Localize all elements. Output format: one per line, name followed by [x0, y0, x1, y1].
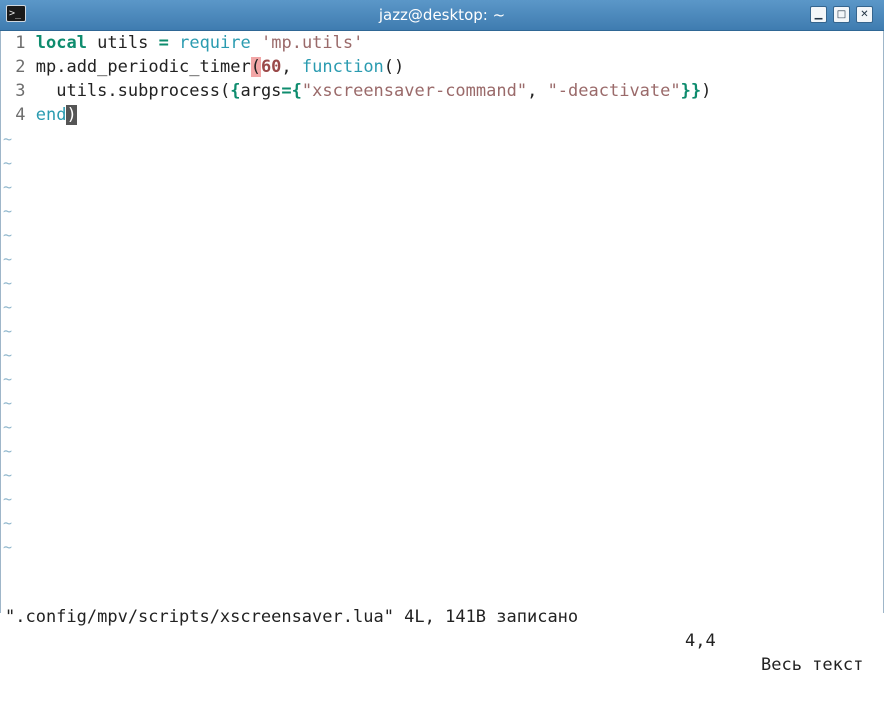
code-token: ()	[383, 57, 405, 77]
maximize-icon[interactable]: □	[833, 6, 850, 23]
code-token: }}	[680, 81, 702, 101]
line-number: 1	[15, 33, 26, 53]
empty-line-tilde: ~	[3, 394, 13, 412]
code-token: require	[179, 33, 251, 53]
code-token: end	[35, 105, 67, 125]
status-message: ".config/mpv/scripts/xscreensaver.lua" 4…	[5, 607, 579, 627]
line-number: 2	[15, 57, 26, 77]
code-token: =	[158, 33, 169, 53]
code-line[interactable]: 1 local utils = require 'mp.utils'	[5, 31, 363, 55]
empty-line-tilde: ~	[3, 202, 13, 220]
cursor-position: 4,4	[685, 631, 716, 651]
code-token: )	[701, 81, 712, 101]
empty-line-tilde: ~	[3, 178, 13, 196]
line-number: 4	[15, 105, 26, 125]
code-token: utils.subprocess(	[35, 81, 231, 101]
line-number: 3	[15, 81, 26, 101]
empty-line-tilde: ~	[3, 274, 13, 292]
empty-line-tilde: ~	[3, 130, 13, 148]
window-title: jazz@desktop: ~	[378, 6, 506, 24]
code-line[interactable]: 3 utils.subprocess({args={"xscreensaver-…	[5, 79, 711, 103]
code-token: args	[240, 81, 282, 101]
empty-line-tilde: ~	[3, 370, 13, 388]
code-token: local	[35, 33, 87, 53]
terminal-area[interactable]: 1 local utils = require 'mp.utils' 2 mp.…	[0, 31, 884, 675]
empty-line-tilde: ~	[3, 538, 13, 556]
code-token: {	[230, 81, 241, 101]
code-token: mp.add_periodic_timer	[35, 57, 251, 77]
code-token: 'mp.utils'	[261, 33, 364, 53]
code-token: "xscreensaver-command"	[301, 81, 528, 101]
code-token: ,	[527, 81, 548, 101]
empty-line-tilde: ~	[3, 418, 13, 436]
empty-line-tilde: ~	[3, 154, 13, 172]
empty-line-tilde: ~	[3, 466, 13, 484]
empty-line-tilde: ~	[3, 298, 13, 316]
code-line[interactable]: 4 end)	[5, 103, 77, 127]
empty-line-tilde: ~	[3, 442, 13, 460]
code-line[interactable]: 2 mp.add_periodic_timer(60, function()	[5, 55, 404, 79]
code-token: "-deactivate"	[547, 81, 681, 101]
code-token: ,	[281, 57, 302, 77]
empty-line-tilde: ~	[3, 322, 13, 340]
code-token: 60	[260, 57, 282, 77]
empty-line-tilde: ~	[3, 490, 13, 508]
code-token: utils	[86, 33, 159, 53]
empty-line-tilde: ~	[3, 226, 13, 244]
close-icon[interactable]: ✕	[856, 6, 873, 23]
window-titlebar[interactable]: >_ jazz@desktop: ~ ▁ □ ✕	[0, 0, 884, 31]
code-token: ={	[281, 81, 302, 101]
empty-line-tilde: ~	[3, 514, 13, 532]
code-token: function	[301, 57, 384, 77]
text-cursor: )	[66, 105, 77, 125]
empty-line-tilde: ~	[3, 250, 13, 268]
scroll-indicator: Весь текст	[761, 655, 864, 675]
minimize-icon[interactable]: ▁	[810, 6, 827, 23]
matching-paren: (	[250, 57, 261, 77]
vim-status-line: ".config/mpv/scripts/xscreensaver.lua" 4…	[1, 581, 883, 675]
empty-line-tilde: ~	[3, 346, 13, 364]
